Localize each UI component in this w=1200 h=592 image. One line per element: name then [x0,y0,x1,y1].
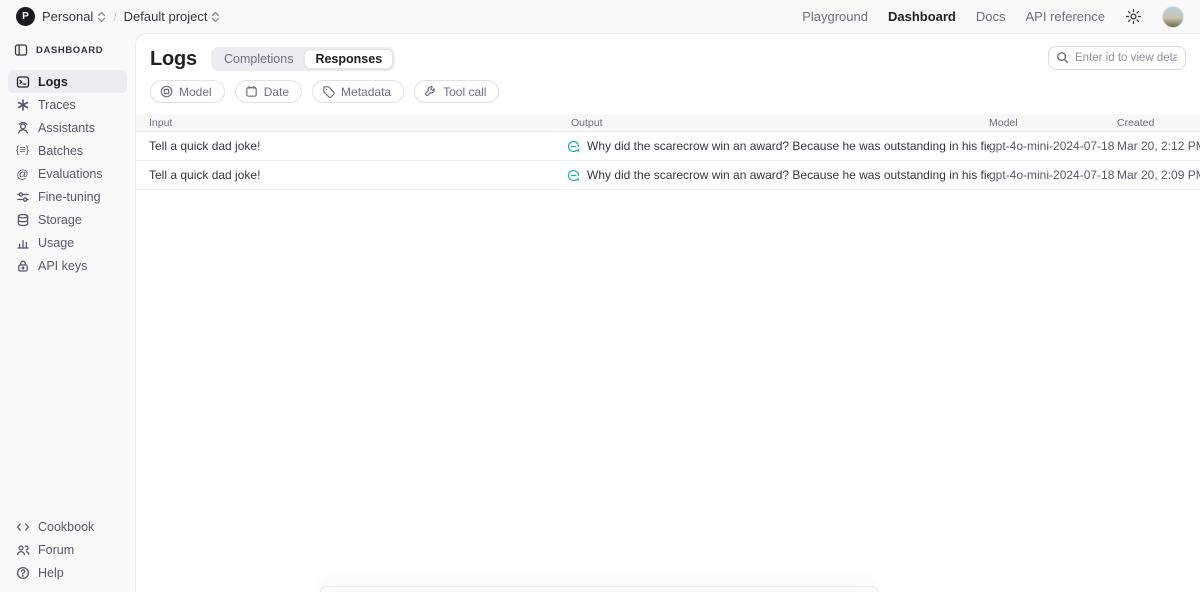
project-name: Default project [124,9,208,24]
filter-tool-call[interactable]: Tool call [414,80,499,103]
top-nav: Playground Dashboard Docs API reference [802,6,1184,28]
assistant-icon [15,121,30,135]
batches-icon: {≡} [15,145,30,156]
sidebar-item-help[interactable]: Help [8,561,127,584]
sidebar-item-label: Help [38,566,64,580]
nav-api-reference[interactable]: API reference [1026,9,1106,24]
main-panel: Logs Completions Responses Mod [135,33,1200,592]
terminal-icon [15,75,30,89]
filter-label: Metadata [341,85,391,99]
calendar-icon [245,85,258,98]
model-icon [160,85,173,98]
nav-docs[interactable]: Docs [976,9,1006,24]
row-output: Why did the scarecrow win an award? Beca… [587,139,989,153]
sidebar-item-traces[interactable]: Traces [8,93,127,116]
sidebar-item-label: Batches [38,144,83,158]
filter-label: Model [179,85,212,99]
sidebar-item-batches[interactable]: {≡} Batches [8,139,127,162]
filter-date[interactable]: Date [235,80,302,103]
sidebar-item-label: Usage [38,236,74,250]
org-switcher[interactable]: Personal [42,9,106,24]
filter-label: Date [264,85,289,99]
sidebar: DASHBOARD Logs Traces Assistants {≡} Bat… [0,33,135,592]
assistant-message-icon [567,169,580,182]
project-switcher[interactable]: Default project [124,9,221,24]
logs-tab-group: Completions Responses [211,47,395,71]
sidebar-item-assistants[interactable]: Assistants [8,116,127,139]
sidebar-item-storage[interactable]: Storage [8,208,127,231]
tag-icon [322,85,335,98]
code-icon [15,520,30,534]
sidebar-item-label: Traces [38,98,76,112]
lock-icon [15,259,30,273]
column-header-input: Input [136,117,567,129]
page-title: Logs [150,48,197,71]
sidebar-item-label: Evaluations [38,167,103,181]
filter-metadata[interactable]: Metadata [312,80,404,103]
row-created: Mar 20, 2:12 PM [1117,139,1200,153]
id-search [1048,46,1186,70]
sidebar-item-usage[interactable]: Usage [8,231,127,254]
sidebar-dashboard-header[interactable]: DASHBOARD [8,43,127,57]
sidebar-item-cookbook[interactable]: Cookbook [8,515,127,538]
sidebar-item-fine-tuning[interactable]: Fine-tuning [8,185,127,208]
sidebar-item-api-keys[interactable]: API keys [8,254,127,277]
sidebar-item-logs[interactable]: Logs [8,70,127,93]
assistant-message-icon [567,140,580,153]
chevron-updown-icon [97,11,106,23]
table-header: Input Output Model Created [136,114,1200,132]
tab-responses[interactable]: Responses [304,49,393,69]
filter-label: Tool call [443,85,486,99]
sidebar-item-label: Storage [38,213,82,227]
nav-dashboard[interactable]: Dashboard [888,9,956,24]
wrench-icon [424,85,437,98]
sidebar-item-label: Cookbook [38,520,94,534]
row-output: Why did the scarecrow win an award? Beca… [587,168,989,182]
row-input: Tell a quick dad joke! [136,168,567,182]
user-avatar[interactable] [1162,6,1184,28]
logs-header: Logs Completions Responses Mod [136,34,1200,103]
column-header-output: Output [567,117,989,129]
org-name: Personal [42,9,93,24]
sidebar-header-label: DASHBOARD [36,45,103,56]
sidebar-item-forum[interactable]: Forum [8,538,127,561]
gear-icon[interactable] [1125,8,1142,25]
people-icon [15,543,30,557]
search-input[interactable] [1048,46,1186,70]
evaluations-icon: @ [15,168,30,180]
sidebar-item-label: Logs [38,75,68,89]
filter-model[interactable]: Model [150,80,225,103]
sidebar-item-label: Fine-tuning [38,190,101,204]
nav-playground[interactable]: Playground [802,9,868,24]
top-bar: P Personal / Default project Playground … [0,0,1200,33]
database-icon [15,213,30,227]
tab-completions[interactable]: Completions [213,49,304,69]
sidebar-item-label: Forum [38,543,74,557]
filter-row: Model Date Metadata [150,80,1186,103]
help-icon [15,566,30,580]
row-model: gpt-4o-mini-2024-07-18 [989,168,1117,182]
sidebar-item-evaluations[interactable]: @ Evaluations [8,162,127,185]
chevron-updown-icon [211,11,220,23]
sliders-icon [15,190,30,204]
row-model: gpt-4o-mini-2024-07-18 [989,139,1117,153]
bar-chart-icon [15,236,30,250]
row-created: Mar 20, 2:09 PM [1117,168,1200,182]
breadcrumb-separator: / [113,10,116,24]
bottom-panel-peek[interactable] [320,586,878,592]
logs-table: Input Output Model Created Tell a quick … [136,114,1200,190]
sidebar-toggle-icon [14,43,28,57]
table-row[interactable]: Tell a quick dad joke! Why did the scare… [136,132,1200,161]
column-header-model: Model [989,117,1117,129]
table-row[interactable]: Tell a quick dad joke! Why did the scare… [136,161,1200,190]
sidebar-footer: Cookbook Forum Help [8,515,127,584]
traces-icon [15,98,30,112]
sidebar-item-label: Assistants [38,121,95,135]
column-header-created: Created [1117,117,1200,129]
org-avatar[interactable]: P [16,7,35,26]
sidebar-item-label: API keys [38,259,87,273]
breadcrumb: P Personal / Default project [16,7,220,26]
row-input: Tell a quick dad joke! [136,139,567,153]
